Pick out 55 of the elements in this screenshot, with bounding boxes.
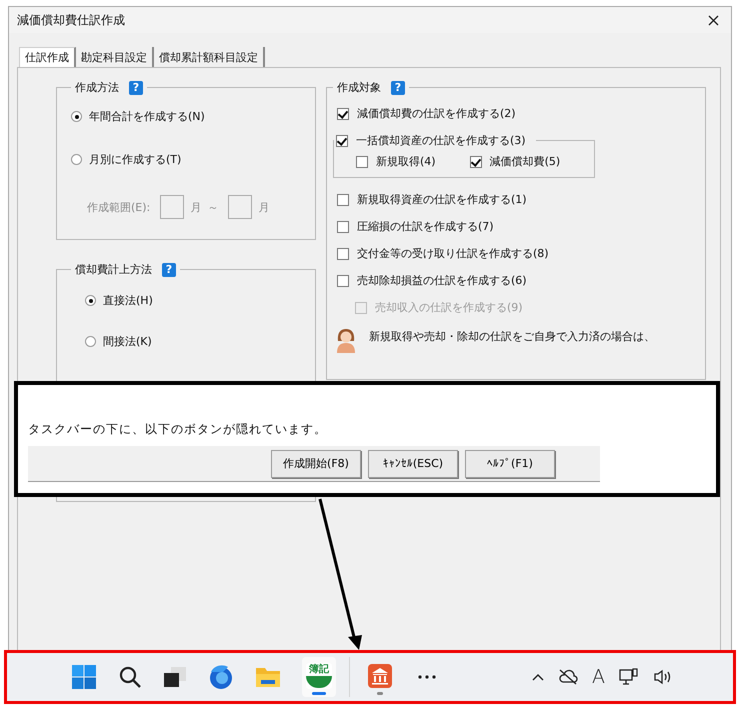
checkbox[interactable] [337,248,349,260]
window-title: 減価償却費仕訳作成 [17,12,125,28]
range-label: 作成範囲(E): [87,200,150,214]
checkbox-label: 新規取得資産の仕訳を作成する(1) [357,192,527,207]
radio-label: 直接法(H) [103,293,153,308]
windows-logo-icon[interactable] [71,664,97,690]
range-separator: ～ [207,200,218,214]
month-unit: 月 [190,200,202,214]
speaker-icon[interactable] [653,669,673,685]
month-unit: 月 [258,200,270,214]
checkbox[interactable] [337,194,349,206]
ime-mode-indicator[interactable]: A [592,666,605,688]
checkbox-label: 一括償却資産の仕訳を作成する(3) [356,133,526,148]
checkbox[interactable] [356,156,368,168]
checkbox-label: 減価償却費の仕訳を作成する(2) [357,106,516,121]
help-button[interactable]: ? [391,80,405,94]
callout-text: タスクバーの下に、以下のボタンが隠れています。 [28,421,328,438]
checkbox-label: 新規取得(4) [376,154,436,169]
radio-label: 月別に作成する(T) [89,152,182,167]
task-view-icon[interactable] [163,666,187,688]
checkbox[interactable] [336,134,348,146]
close-icon[interactable] [708,14,719,26]
network-icon[interactable] [619,668,639,686]
radio-button[interactable] [85,295,96,306]
folder-icon[interactable] [255,666,281,688]
dialog-button[interactable]: ｷｬﾝｾﾙ(ESC) [368,450,458,478]
chevron-up-icon[interactable] [532,673,544,681]
bookkeeping-app-button[interactable]: 簿記 [302,657,336,697]
radio-button[interactable] [71,154,82,165]
checkbox[interactable] [470,156,482,168]
dialog-button[interactable]: 作成開始(F8) [271,450,361,478]
checkbox-label: 売却除却損益の仕訳を作成する(6) [357,273,527,288]
group-title: 作成対象 [337,80,381,95]
checkbox-label: 売却収入の仕訳を作成する(9) [375,300,523,315]
browser-icon[interactable] [208,664,234,690]
help-button[interactable]: ? [129,80,143,94]
checkbox-label: 圧縮損の仕訳を作成する(7) [357,219,494,234]
checkbox[interactable] [337,220,349,232]
group-title: 償却費計上方法 [75,262,152,277]
checkbox[interactable] [337,274,349,286]
radio-label: 間接法(K) [103,334,152,349]
checkbox[interactable] [337,108,349,120]
cloud-icon[interactable] [558,669,578,685]
note-text: 新規取得や売却・除却の仕訳をご自身で入力済の場合は、 [369,329,655,344]
tab[interactable]: 仕訳作成 [19,47,76,67]
radio-button[interactable] [71,111,82,122]
radio-label: 年間合計を作成する(N) [89,109,205,124]
group-title: 作成方法 [75,80,119,95]
checkbox-label: 交付金等の受け取り仕訳を作成する(8) [357,246,549,261]
more-icon[interactable] [418,675,436,679]
help-button[interactable]: ? [162,262,176,276]
radio-button[interactable] [85,336,96,347]
checkbox-label: 減価償却費(5) [490,154,560,169]
dialog-button[interactable]: ﾍﾙﾌﾟ(F1) [465,450,555,478]
search-icon[interactable] [118,665,142,689]
